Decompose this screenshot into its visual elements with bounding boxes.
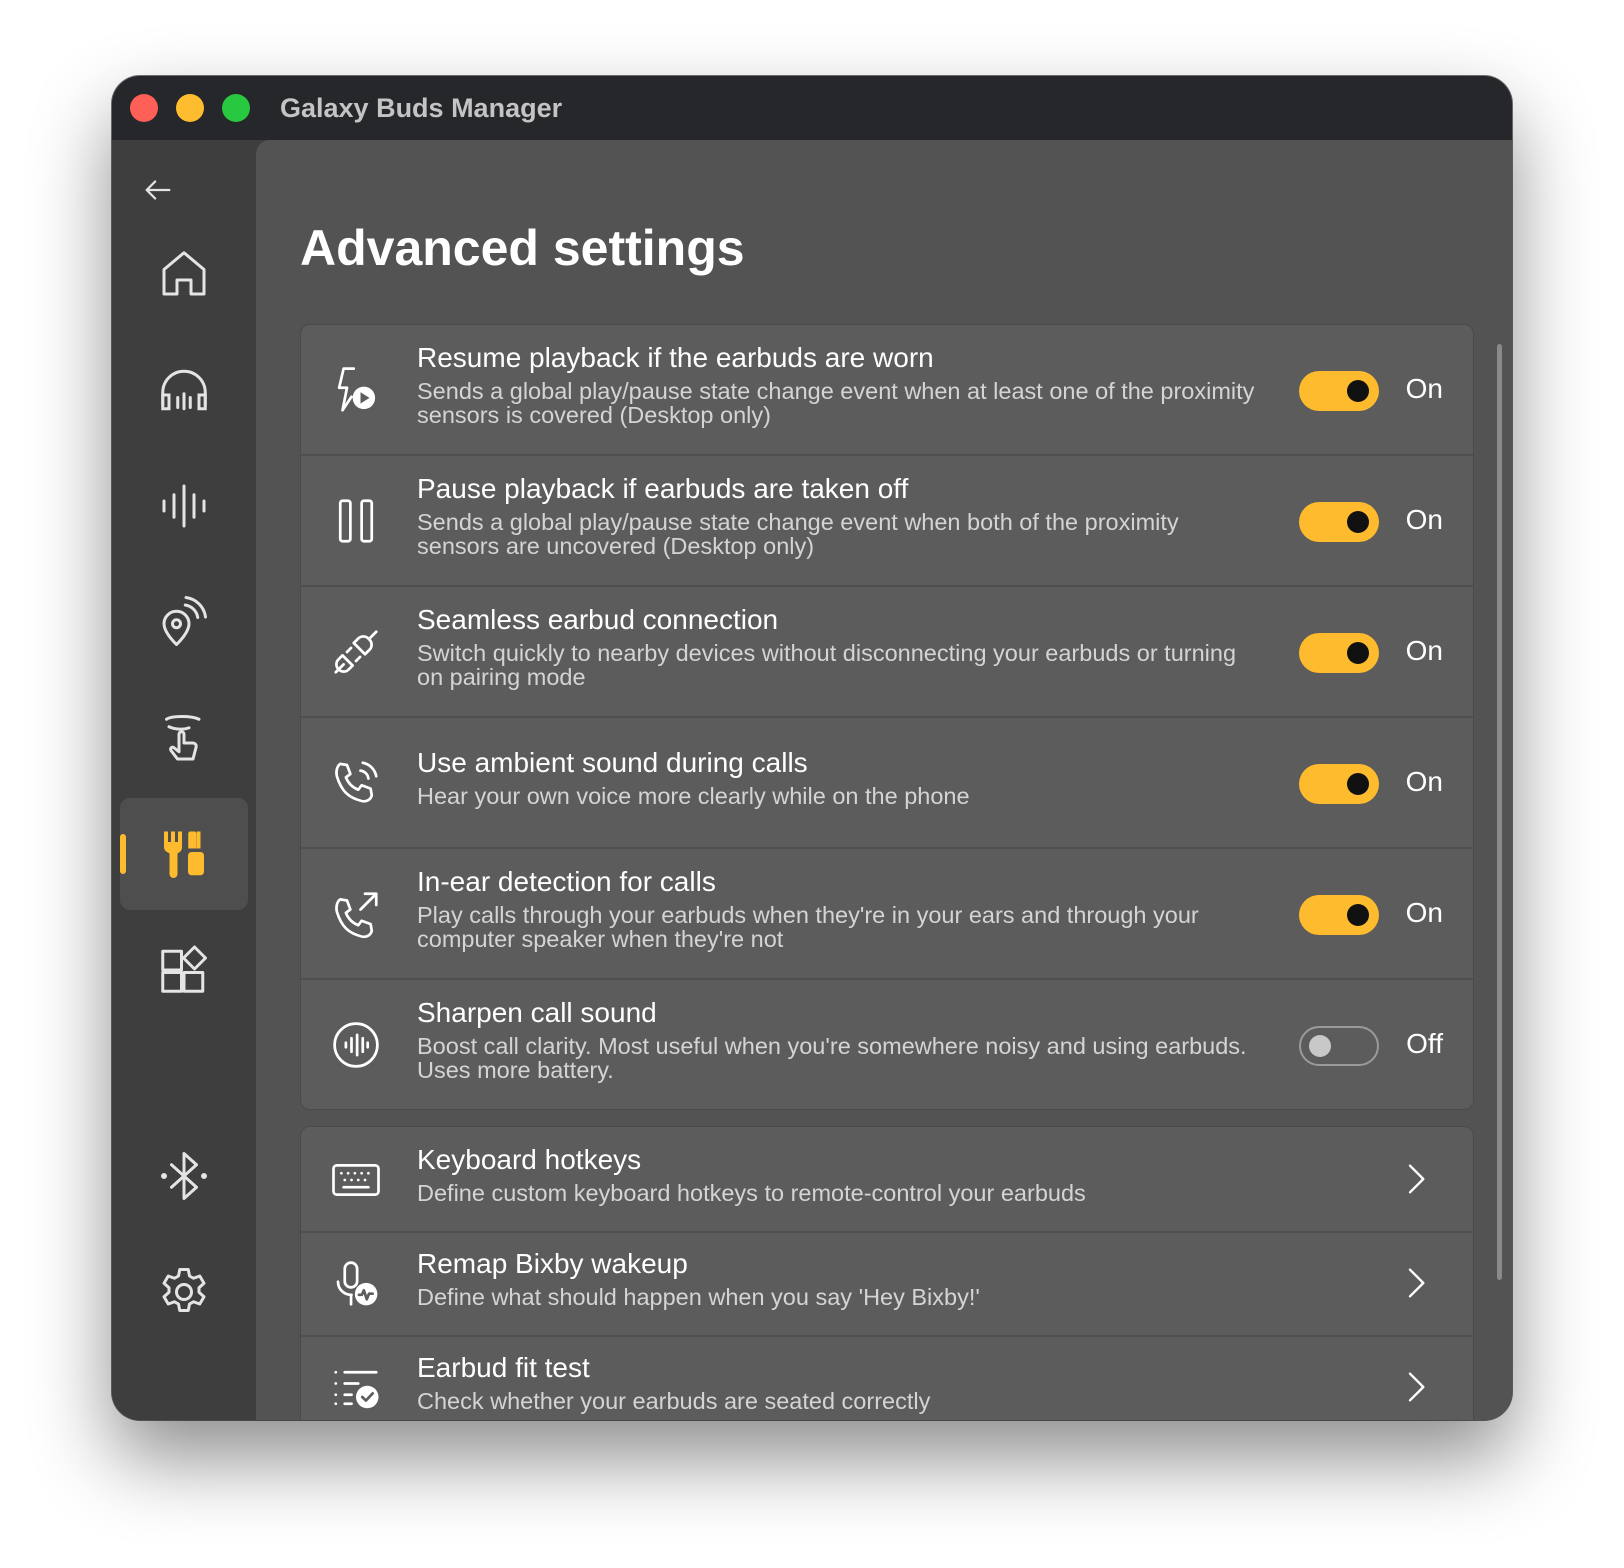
mic-activity-icon: [336, 1261, 378, 1306]
toggle-knob: [1347, 904, 1369, 926]
setting-row-ambient-calls: Use ambient sound during calls Hear your…: [301, 718, 1473, 849]
keyboard-icon: [332, 1164, 380, 1196]
toggle-knob: [1347, 511, 1369, 533]
toggle-knob: [1347, 773, 1369, 795]
ambient-calls-toggle[interactable]: [1299, 764, 1379, 804]
chevron-right-icon: [1408, 1164, 1425, 1194]
toggle-state-label: On: [1405, 766, 1443, 797]
maximize-window-button[interactable]: [222, 94, 250, 122]
setting-title: Resume playback if the earbuds are worn: [417, 342, 934, 373]
toggle-state-label: On: [1405, 897, 1443, 928]
close-window-button[interactable]: [130, 94, 158, 122]
sidebar-item-noise-control[interactable]: [120, 334, 248, 446]
sidebar: [112, 140, 256, 1420]
page-title: Advanced settings: [300, 220, 745, 276]
toggle-state-label: On: [1405, 373, 1443, 404]
sidebar-item-bluetooth[interactable]: [120, 1120, 248, 1232]
setting-description: Switch quickly to nearby devices without…: [417, 640, 1237, 690]
window-title: Galaxy Buds Manager: [280, 93, 563, 123]
pause-playback-toggle[interactable]: [1299, 502, 1379, 542]
setting-description: Boost call clarity. Most useful when you…: [417, 1033, 1247, 1083]
voice-circle-icon: [333, 1022, 379, 1068]
tools-icon: [164, 831, 204, 878]
setting-title: Earbud fit test: [417, 1352, 590, 1383]
toggle-knob: [1347, 642, 1369, 664]
setting-description: Hear your own voice more clearly while o…: [417, 783, 970, 809]
sidebar-item-advanced[interactable]: [120, 798, 248, 910]
nav-row-earbud-fit-test[interactable]: Earbud fit test Check whether your earbu…: [301, 1335, 1473, 1420]
setting-title: Keyboard hotkeys: [417, 1144, 642, 1175]
back-button[interactable]: [134, 166, 182, 214]
setting-description: Define what should happen when you say '…: [417, 1284, 980, 1310]
nav-row-keyboard-hotkeys[interactable]: Keyboard hotkeys Define custom keyboard …: [301, 1127, 1473, 1233]
phone-sound-icon: [335, 761, 378, 803]
sidebar-item-home[interactable]: [120, 218, 248, 330]
sidebar-item-labs[interactable]: [120, 914, 248, 1026]
pause-icon: [338, 499, 374, 543]
setting-description: Check whether your earbuds are seated co…: [417, 1388, 931, 1414]
gear-icon: [162, 1268, 206, 1312]
setting-row-resume-playback: Resume playback if the earbuds are worn …: [301, 325, 1473, 456]
plug-connect-icon: [334, 630, 378, 674]
active-indicator: [120, 834, 126, 874]
seamless-connection-toggle[interactable]: [1299, 633, 1379, 673]
setting-title: Seamless earbud connection: [417, 604, 779, 635]
sidebar-item-settings[interactable]: [120, 1236, 248, 1348]
app-window: Galaxy Buds Manager Advanced settings Re…: [112, 76, 1512, 1420]
setting-title: Use ambient sound during calls: [417, 747, 808, 778]
toggle-settings-group: Resume playback if the earbuds are worn …: [300, 324, 1474, 1110]
widgets-icon: [161, 945, 207, 993]
setting-row-sharpen-call: Sharpen call sound Boost call clarity. M…: [301, 980, 1473, 1109]
setting-title: In-ear detection for calls: [417, 866, 716, 897]
sound-wave-icon: [162, 484, 206, 528]
flash-play-icon: [337, 367, 376, 412]
chevron-right-icon: [1408, 1372, 1425, 1402]
sidebar-item-touch-controls[interactable]: [120, 682, 248, 794]
fit-checklist-icon: [334, 1370, 379, 1409]
toggle-knob: [1309, 1035, 1331, 1057]
setting-row-pause-playback: Pause playback if earbuds are taken off …: [301, 456, 1473, 587]
setting-description: Sends a global play/pause state change e…: [417, 509, 1179, 559]
setting-title: Remap Bixby wakeup: [417, 1248, 688, 1279]
touch-gesture-icon: [165, 714, 201, 761]
main-content: Advanced settings Resume playback if the…: [256, 140, 1512, 1420]
toggle-state-label: Off: [1406, 1028, 1443, 1059]
navigation-settings-group: Keyboard hotkeys Define custom keyboard …: [300, 1126, 1474, 1420]
bluetooth-icon: [161, 1152, 207, 1200]
setting-description: Define custom keyboard hotkeys to remote…: [417, 1180, 1086, 1206]
headphones-icon: [161, 369, 207, 411]
setting-description: Sends a global play/pause state change e…: [417, 378, 1255, 428]
in-ear-detection-toggle[interactable]: [1299, 895, 1379, 935]
toggle-state-label: On: [1405, 635, 1443, 666]
setting-description: Play calls through your earbuds when the…: [417, 902, 1199, 952]
title-bar: Galaxy Buds Manager: [112, 76, 1512, 140]
resume-playback-toggle[interactable]: [1299, 371, 1379, 411]
minimize-window-button[interactable]: [176, 94, 204, 122]
arrow-left-icon: [145, 180, 171, 200]
home-icon: [162, 251, 206, 296]
chevron-right-icon: [1408, 1268, 1425, 1298]
toggle-state-label: On: [1405, 504, 1443, 535]
vertical-scrollbar[interactable]: [1497, 344, 1502, 1280]
sharpen-call-toggle[interactable]: [1299, 1026, 1379, 1066]
phone-outgoing-icon: [335, 892, 378, 939]
toggle-knob: [1347, 380, 1369, 402]
nav-row-remap-bixby[interactable]: Remap Bixby wakeup Define what should ha…: [301, 1231, 1473, 1337]
setting-row-in-ear-detection: In-ear detection for calls Play calls th…: [301, 849, 1473, 980]
sidebar-item-equalizer[interactable]: [120, 450, 248, 562]
setting-title: Pause playback if earbuds are taken off: [417, 473, 909, 504]
sidebar-item-find-earbuds[interactable]: [120, 566, 248, 678]
location-pin-signal-icon: [162, 596, 207, 646]
setting-title: Sharpen call sound: [417, 997, 657, 1028]
setting-row-seamless-connection: Seamless earbud connection Switch quickl…: [301, 587, 1473, 718]
